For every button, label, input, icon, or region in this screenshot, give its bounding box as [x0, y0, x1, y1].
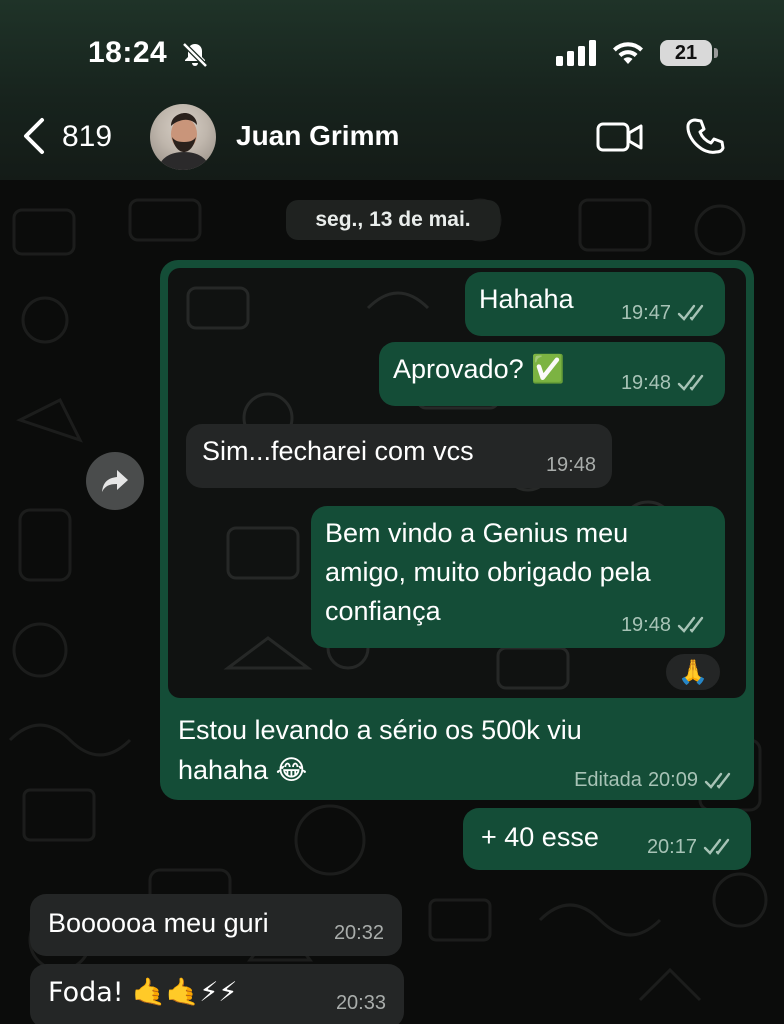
- message-1-meta: Editada 20:09: [574, 769, 738, 792]
- quoted-message-1-text: Hahaha: [479, 284, 574, 314]
- quoted-message-1-meta: 19:47: [621, 294, 711, 332]
- edited-label: Editada: [574, 769, 642, 791]
- back-chevron-icon[interactable]: [18, 116, 52, 156]
- message-4-text: Foda! 🤙🤙⚡⚡: [48, 977, 238, 1008]
- status-bar: 18:24 21: [0, 30, 784, 76]
- phone-call-icon[interactable]: [686, 116, 726, 156]
- message-3-meta: 20:32: [334, 914, 384, 952]
- reaction-emoji: 🙏: [678, 658, 708, 686]
- quoted-message-3-meta: 19:48: [546, 446, 596, 484]
- contact-bar: 819 Juan Grimm: [0, 102, 784, 174]
- chat-header: 18:24 21 819 Juan Grimm: [0, 0, 784, 180]
- wifi-icon: [613, 42, 643, 64]
- quoted-message-3-time: 19:48: [545, 454, 596, 476]
- double-check-icon: [704, 772, 731, 789]
- message-bubble-image[interactable]: Hahaha 19:47 Aprovado? ✅ 19:48 Sim...fec…: [160, 260, 754, 800]
- cellular-signal-icon: [556, 40, 596, 66]
- message-1-time: 20:09: [647, 769, 698, 791]
- quoted-message-3-text: Sim...fecharei com vcs: [202, 436, 474, 466]
- message-3-text: Boooooa meu guri: [48, 908, 269, 938]
- message-2-time: 20:17: [646, 836, 697, 858]
- message-2[interactable]: + 40 esse 20:17: [463, 808, 751, 870]
- quoted-message-2-meta: 19:48: [621, 364, 711, 402]
- quoted-message-2: Aprovado? ✅ 19:48: [379, 342, 725, 406]
- quoted-message-2-text: Aprovado? ✅: [393, 354, 565, 384]
- reaction-badge[interactable]: 🙏: [664, 652, 722, 692]
- message-4-time: 20:33: [335, 992, 386, 1014]
- message-4-meta: 20:33: [336, 984, 386, 1022]
- message-4[interactable]: Foda! 🤙🤙⚡⚡ 20:33: [30, 964, 404, 1024]
- double-check-icon: [677, 374, 704, 391]
- quoted-message-1-time: 19:47: [620, 302, 671, 324]
- message-2-text: + 40 esse: [481, 822, 599, 852]
- message-2-meta: 20:17: [647, 828, 737, 866]
- quoted-message-3: Sim...fecharei com vcs 19:48: [186, 424, 612, 488]
- bell-muted-icon: [182, 42, 208, 68]
- message-3[interactable]: Boooooa meu guri 20:32: [30, 894, 402, 956]
- quoted-message-4-time: 19:48: [620, 614, 671, 636]
- quoted-message-2-time: 19:48: [620, 372, 671, 394]
- avatar-portrait-icon: [158, 113, 210, 170]
- quoted-message-4: Bem vindo a Genius meu amigo, muito obri…: [311, 506, 725, 648]
- avatar[interactable]: [150, 104, 216, 170]
- quoted-message-1: Hahaha 19:47: [465, 272, 725, 336]
- status-time: 18:24: [88, 36, 168, 69]
- double-check-icon: [703, 838, 730, 855]
- battery-indicator: 21: [660, 40, 718, 66]
- quoted-message-4-meta: 19:48: [621, 606, 711, 644]
- double-check-icon: [677, 304, 704, 321]
- chat-area[interactable]: seg., 13 de mai. Hahaha 19:47 Aprovado? …: [0, 180, 784, 1024]
- message-3-time: 20:32: [333, 922, 384, 944]
- forward-button[interactable]: [86, 452, 144, 510]
- contact-name[interactable]: Juan Grimm: [236, 120, 399, 152]
- unread-count[interactable]: 819: [62, 120, 112, 154]
- forward-arrow-icon: [102, 470, 128, 492]
- date-separator: seg., 13 de mai.: [286, 200, 500, 240]
- double-check-icon: [677, 616, 704, 633]
- screenshot-image[interactable]: Hahaha 19:47 Aprovado? ✅ 19:48 Sim...fec…: [168, 268, 746, 698]
- video-call-icon[interactable]: [596, 120, 644, 154]
